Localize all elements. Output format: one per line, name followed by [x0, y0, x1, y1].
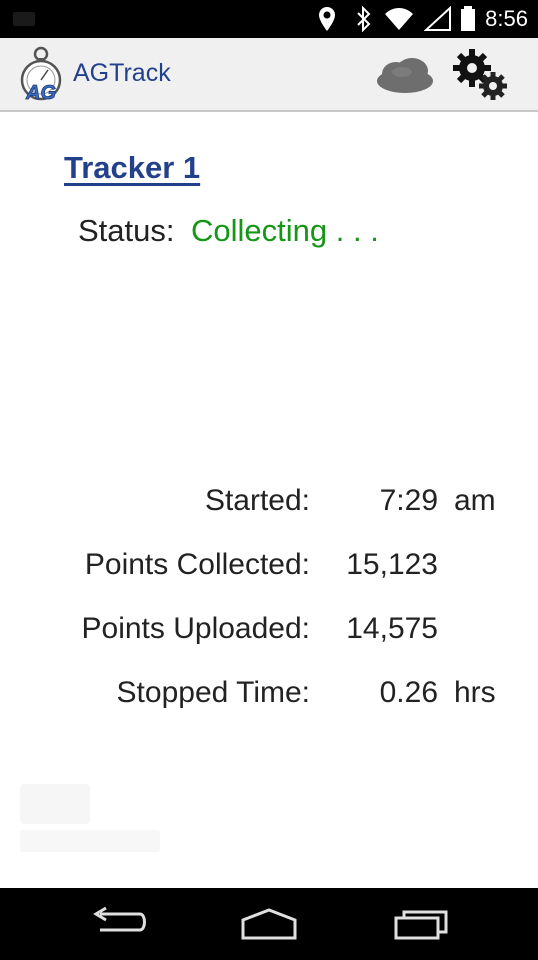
settings-button[interactable] — [450, 46, 514, 104]
back-icon — [93, 906, 146, 932]
signal-icon — [423, 5, 452, 37]
stat-unit-started: am — [454, 484, 496, 517]
background-watermark — [18, 780, 168, 870]
back-button[interactable] — [88, 906, 152, 942]
status-bar-clock: 8:56 — [485, 6, 528, 31]
recents-button[interactable] — [390, 906, 454, 942]
recents-icon — [394, 910, 448, 940]
main-content: Tracker 1 Status: Collecting . . . Start… — [0, 112, 538, 888]
stat-value-points-uploaded: 14,575 — [346, 612, 438, 645]
stat-label-points-uploaded: Points Uploaded: — [81, 612, 311, 645]
app-logo[interactable]: AG — [18, 42, 64, 104]
stat-value-points-collected: 15,123 — [346, 548, 438, 581]
app-title: AGTrack — [73, 59, 171, 87]
stat-value-started: 7:29 — [379, 484, 438, 517]
notification-icon — [12, 10, 38, 33]
stat-label-points-collected: Points Collected: — [84, 548, 310, 581]
stat-unit-stopped-time: hrs — [454, 676, 496, 709]
location-icon — [318, 6, 336, 37]
navigation-bar — [0, 888, 538, 960]
battery-icon — [460, 6, 476, 37]
cloud-upload-button[interactable] — [372, 54, 438, 96]
app-logo-text: AG — [25, 82, 56, 104]
home-button[interactable] — [237, 906, 301, 942]
stat-value-stopped-time: 0.26 — [379, 676, 438, 709]
bluetooth-icon — [356, 5, 372, 37]
status-bar: 8:56 — [0, 0, 538, 38]
home-icon — [241, 908, 297, 940]
tracker-title[interactable]: Tracker 1 — [64, 150, 200, 186]
wifi-icon — [384, 6, 414, 37]
action-bar: AG AGTrack — [0, 38, 538, 112]
settings-gears-icon — [453, 49, 507, 100]
status-value: Collecting . . . — [191, 213, 379, 248]
stat-label-started: Started: — [204, 484, 310, 517]
stat-label-stopped-time: Stopped Time: — [116, 676, 310, 709]
cloud-upload-icon — [377, 58, 433, 93]
status-label: Status: — [78, 213, 175, 248]
